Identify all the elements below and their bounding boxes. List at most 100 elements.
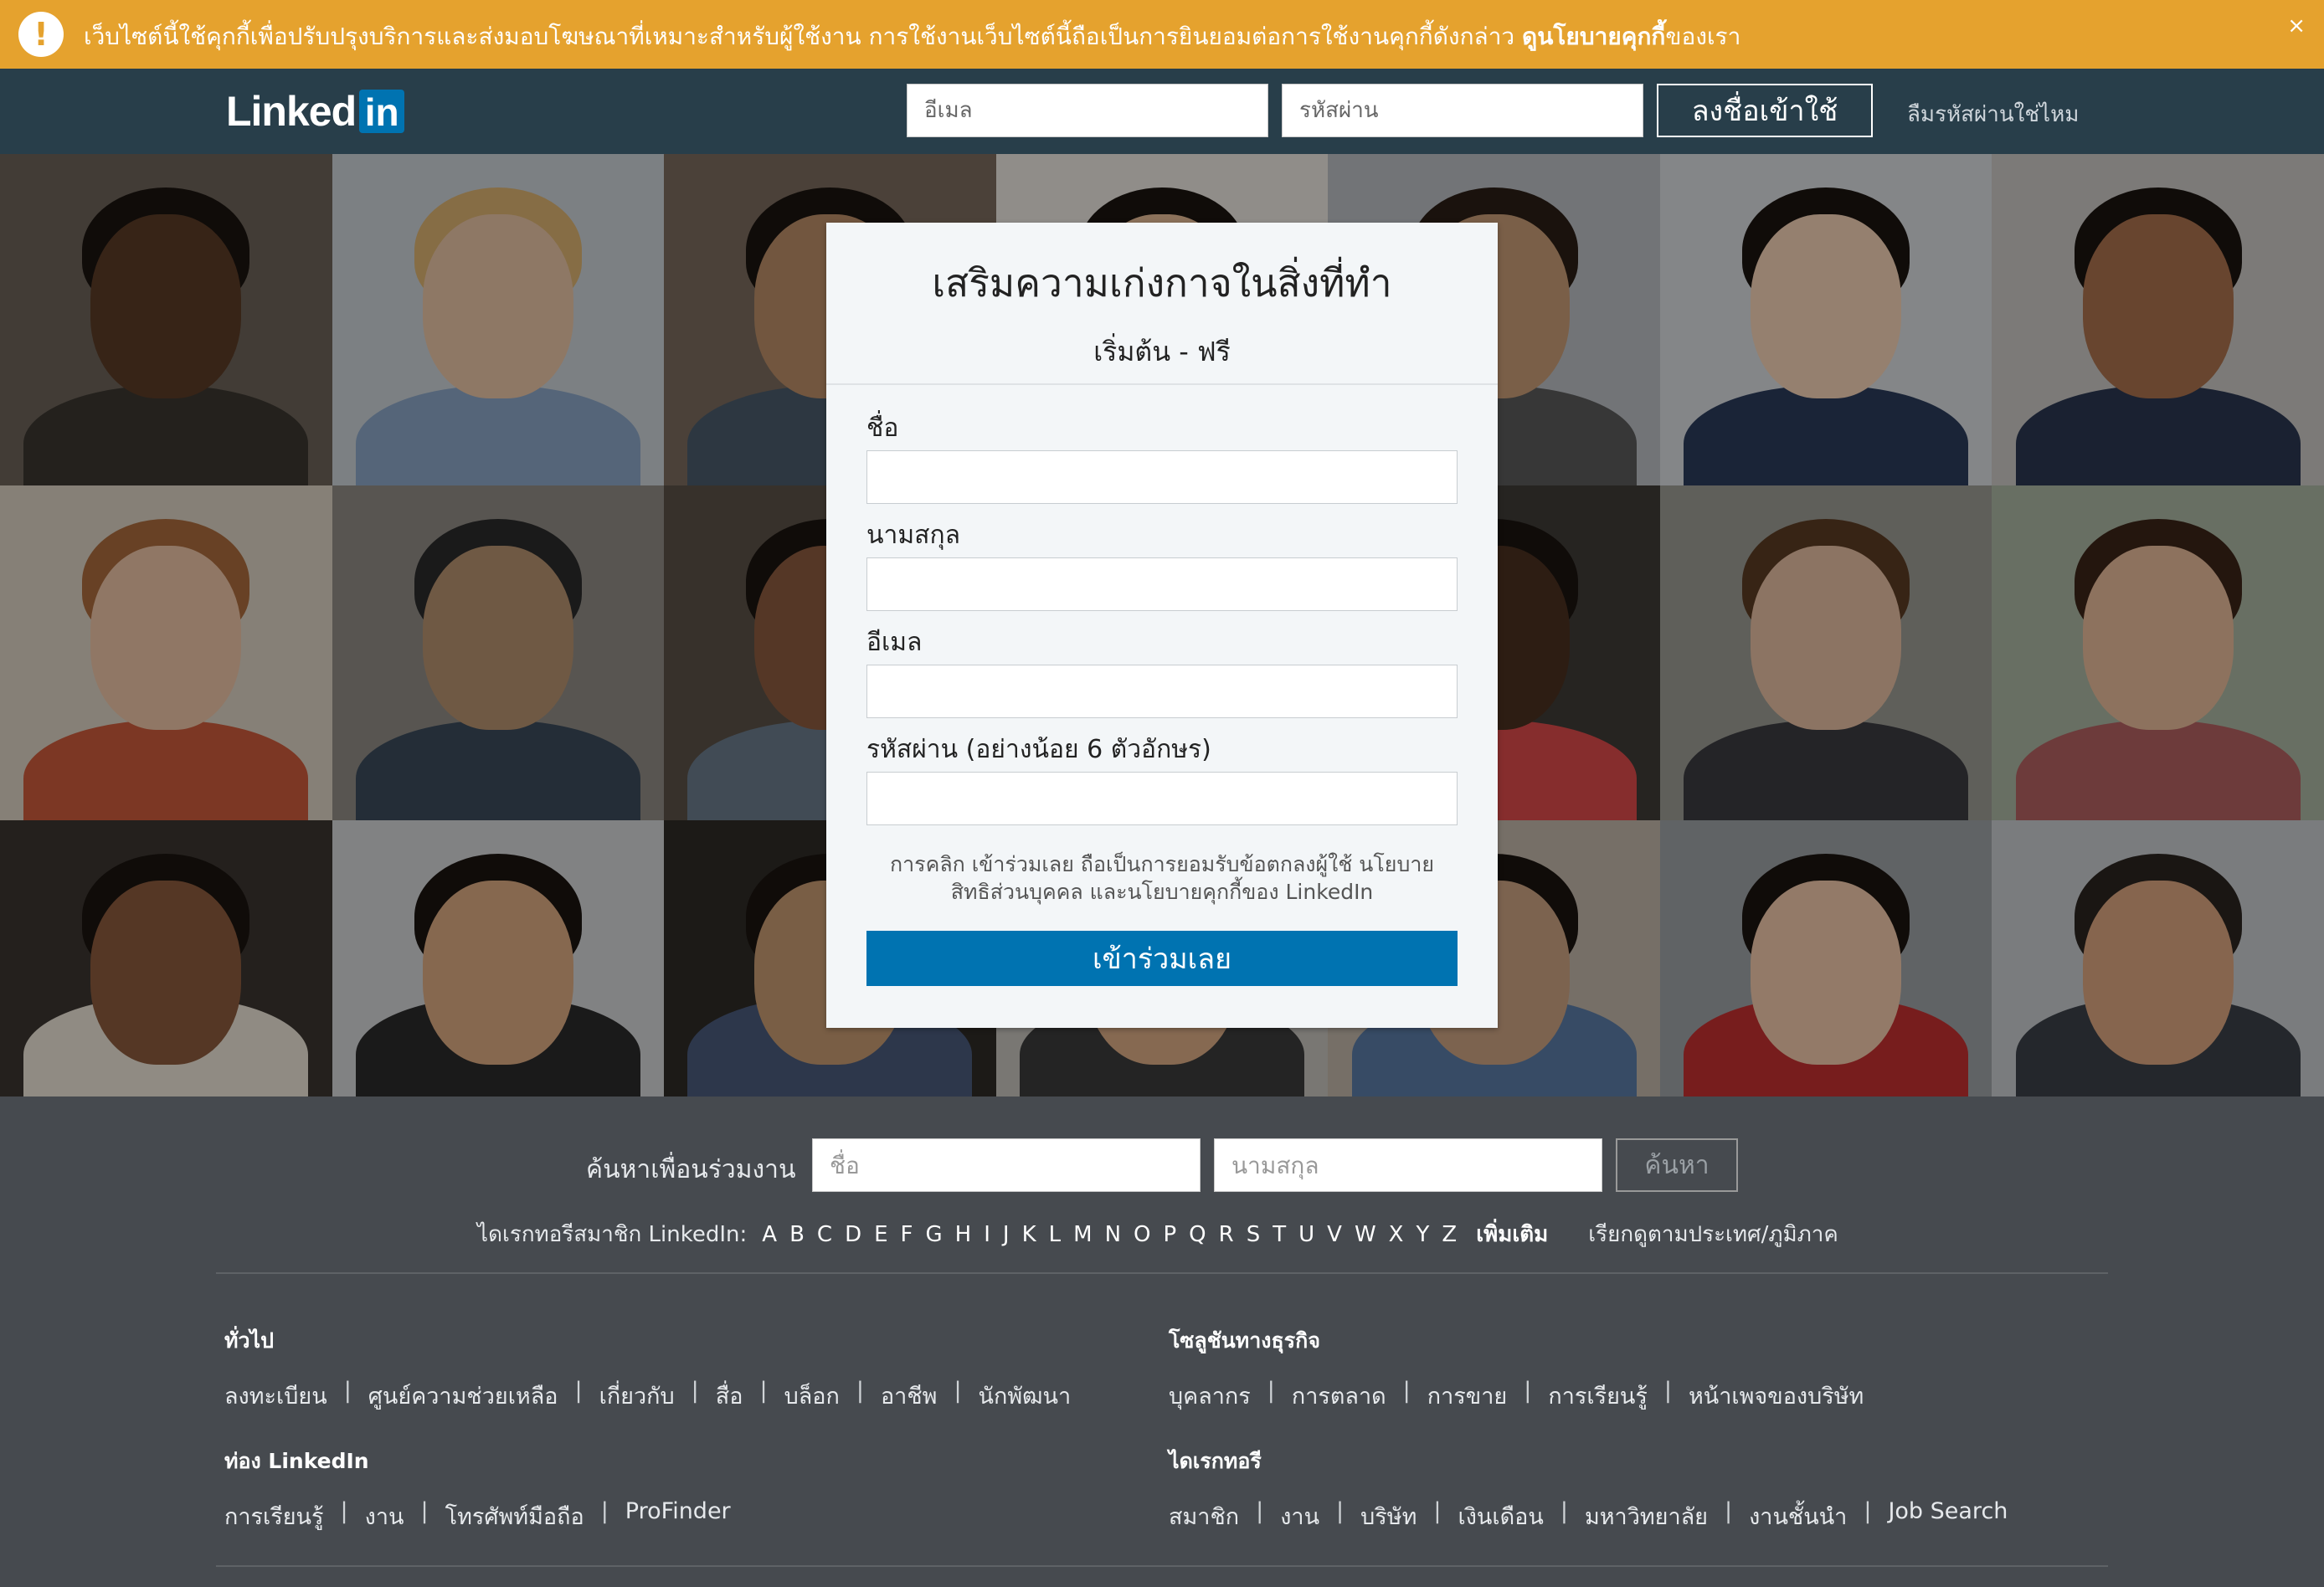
join-now-button[interactable]: เข้าร่วมเลย: [866, 931, 1458, 986]
directory-letter-r[interactable]: R: [1219, 1222, 1234, 1247]
link-separator: |: [340, 1498, 348, 1524]
first-name-field[interactable]: [866, 450, 1458, 504]
footer-link[interactable]: เงินเดือน: [1458, 1498, 1544, 1534]
link-separator: |: [759, 1378, 768, 1404]
directory-letter-s[interactable]: S: [1247, 1222, 1261, 1247]
footer-link[interactable]: การเรียนรู้: [224, 1498, 324, 1534]
cookie-message-suffix: ของเรา: [1665, 23, 1741, 50]
footer-link[interactable]: ศูนย์ความช่วยเหลือ: [368, 1378, 558, 1414]
footer-link[interactable]: บล็อก: [784, 1378, 840, 1414]
footer-link[interactable]: อาชีพ: [881, 1378, 938, 1414]
directory-letter-q[interactable]: Q: [1189, 1222, 1206, 1247]
hero-portrait-photo: [332, 154, 665, 485]
footer-link[interactable]: หน้าเพจของบริษัท: [1689, 1378, 1864, 1414]
link-separator: |: [1560, 1498, 1568, 1524]
directory-letter-c[interactable]: C: [817, 1222, 832, 1247]
footer-link[interactable]: มหาวิทยาลัย: [1585, 1498, 1708, 1534]
browse-by-country-link[interactable]: เรียกดูตามประเทศ/ภูมิภาค: [1588, 1217, 1838, 1251]
footer-links: การเรียนรู้ | งาน | โทรศัพท์มือถือ | ProFinder: [224, 1498, 731, 1534]
last-name-field[interactable]: [866, 557, 1458, 611]
directory-letter-j[interactable]: J: [1003, 1222, 1010, 1247]
terms-notice: การคลิก เข้าร่วมเลย ถือเป็นการยอมรับข้อต…: [866, 850, 1458, 906]
footer-link[interactable]: โทรศัพท์มือถือ: [445, 1498, 584, 1534]
footer-link[interactable]: ลงทะเบียน: [224, 1378, 327, 1414]
directory-letter-e[interactable]: E: [874, 1222, 887, 1247]
login-button[interactable]: ลงชื่อเข้าใช้: [1657, 84, 1873, 137]
link-separator: |: [343, 1378, 352, 1404]
link-separator: |: [1336, 1498, 1345, 1524]
email-field[interactable]: [866, 665, 1458, 718]
footer-group-directories: ไดเรกทอรี สมาชิก | งาน | บริษัท | เงินเดือน | มห…: [1169, 1445, 2008, 1534]
directory-letter-u[interactable]: U: [1298, 1222, 1314, 1247]
directory-letter-g[interactable]: G: [926, 1222, 943, 1247]
hero-portrait-photo: [1992, 485, 2324, 820]
directory-letter-v[interactable]: V: [1327, 1222, 1342, 1247]
footer-link[interactable]: งาน: [365, 1498, 404, 1534]
directory-letter-f[interactable]: F: [901, 1222, 913, 1247]
first-name-label: ชื่อ: [866, 413, 899, 443]
directory-letter-h[interactable]: H: [955, 1222, 972, 1247]
footer-group-title: ไดเรกทอรี: [1169, 1449, 1262, 1473]
footer-group-title: ท่อง LinkedIn: [224, 1449, 369, 1473]
login-email-input[interactable]: [907, 84, 1268, 137]
login-password-input[interactable]: [1282, 84, 1643, 137]
directory-letter-p[interactable]: P: [1163, 1222, 1176, 1247]
footer-link[interactable]: Job Search: [1888, 1498, 2008, 1534]
footer-link[interactable]: งาน: [1280, 1498, 1319, 1534]
directory-letter-n[interactable]: N: [1105, 1222, 1121, 1247]
linkedin-logo[interactable]: Linked in: [226, 87, 405, 136]
cookie-policy-link[interactable]: ดูนโยบายคุกกี้: [1522, 23, 1665, 50]
link-separator: |: [420, 1498, 429, 1524]
close-icon[interactable]: ×: [2287, 13, 2306, 39]
directory-letter-k[interactable]: K: [1022, 1222, 1036, 1247]
directory-letter-l[interactable]: L: [1049, 1222, 1062, 1247]
link-separator: |: [1267, 1378, 1275, 1404]
footer-link[interactable]: งานชั้นนำ: [1749, 1498, 1847, 1534]
footer-link[interactable]: ProFinder: [625, 1498, 731, 1534]
directory-letter-a[interactable]: A: [762, 1222, 777, 1247]
directory-letter-w[interactable]: W: [1355, 1222, 1376, 1247]
footer-link[interactable]: สมาชิก: [1169, 1498, 1239, 1534]
link-separator: |: [691, 1378, 699, 1404]
footer-link[interactable]: เกี่ยวกับ: [599, 1378, 675, 1414]
footer-link[interactable]: สื่อ: [716, 1378, 743, 1414]
link-separator: |: [600, 1498, 609, 1524]
footer-link[interactable]: บริษัท: [1360, 1498, 1417, 1534]
terms-line-2: สิทธิส่วนบุคคล และนโยบายคุกกี้ของ Linked…: [950, 880, 1374, 904]
search-last-name-input[interactable]: [1214, 1138, 1602, 1192]
footer-divider: [216, 1565, 2108, 1567]
footer-link[interactable]: การขาย: [1427, 1378, 1507, 1414]
footer-link[interactable]: นักพัฒนา: [979, 1378, 1072, 1414]
forgot-password-link[interactable]: ลืมรหัสผ่านใช่ไหม: [1907, 97, 2079, 131]
top-nav: Linked in ลงชื่อเข้าใช้ ลืมรหัสผ่านใช่ไห…: [0, 69, 2324, 154]
hero-portrait-photo: [332, 820, 665, 1097]
terms-line-1: การคลิก เข้าร่วมเลย ถือเป็นการยอมรับข้อต…: [890, 852, 1434, 876]
directory-letter-x[interactable]: X: [1389, 1222, 1404, 1247]
directory-letter-y[interactable]: Y: [1416, 1222, 1429, 1247]
directory-more-link[interactable]: เพิ่มเติม: [1476, 1217, 1548, 1251]
directory-letter-m[interactable]: M: [1073, 1222, 1092, 1247]
hero-portrait-photo: [1659, 820, 1992, 1097]
directory-letter-d[interactable]: D: [845, 1222, 861, 1247]
hero-portrait-photo: [1659, 154, 1992, 485]
footer-link[interactable]: การตลาด: [1292, 1378, 1386, 1414]
directory-letter-o[interactable]: O: [1134, 1222, 1150, 1247]
directory-letter-i[interactable]: I: [984, 1222, 990, 1247]
directory-letter-b[interactable]: B: [789, 1222, 805, 1247]
footer-link[interactable]: การเรียนรู้: [1548, 1378, 1648, 1414]
search-button[interactable]: ค้นหา: [1616, 1138, 1738, 1192]
footer-link[interactable]: บุคลากร: [1169, 1378, 1251, 1414]
directory-letters: ABCDEFGHIJKLMNOPQRSTUVWXYZ: [762, 1222, 1469, 1247]
footer-group-title: ทั่วไป: [224, 1328, 274, 1353]
footer-group-business: โซลูชันทางธุรกิจ บุคลากร | การตลาด | การขาย |…: [1169, 1324, 1864, 1414]
search-first-name-input[interactable]: [812, 1138, 1201, 1192]
link-separator: |: [1663, 1378, 1672, 1404]
password-field[interactable]: [866, 772, 1458, 825]
password-label: รหัสผ่าน (อย่างน้อย 6 ตัวอักษร): [866, 735, 1211, 764]
footer-group-browse: ท่อง LinkedIn การเรียนรู้ | งาน | โทรศัพท์มื…: [224, 1445, 731, 1534]
last-name-label: นามสกุล: [866, 521, 960, 550]
link-separator: |: [1725, 1498, 1733, 1524]
directory-letter-t[interactable]: T: [1273, 1222, 1286, 1247]
directory-letter-z[interactable]: Z: [1442, 1222, 1457, 1247]
logo-in-badge: in: [359, 90, 405, 134]
